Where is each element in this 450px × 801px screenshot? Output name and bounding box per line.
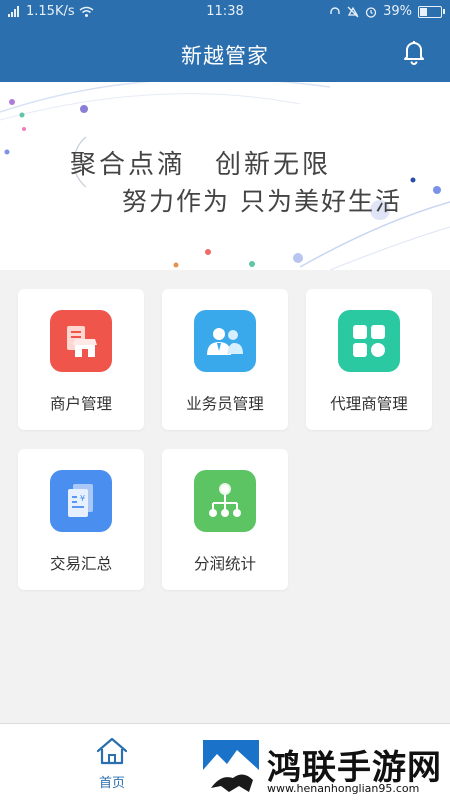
watermark-logo: [203, 740, 259, 796]
mute-icon: [347, 6, 359, 17]
watermark-url: www.henanhonglian95.com: [267, 782, 420, 795]
page-title: 新越管家: [181, 44, 269, 68]
status-bar: 1.15K/s 11:38 39%: [0, 0, 450, 24]
menu-item-transactions[interactable]: ¥ 交易汇总: [18, 449, 144, 590]
menu-item-label: 分润统计: [193, 555, 256, 573]
banner-slogan-1: 聚合点滴 创新无限: [70, 150, 332, 180]
battery-icon: [418, 5, 445, 18]
staff-icon: [194, 310, 256, 372]
banner-slogan-2: 努力作为 只为美好生活: [122, 187, 402, 216]
menu-item-merchant[interactable]: 商户管理: [18, 289, 144, 430]
receipt-icon: ¥: [50, 470, 112, 532]
headset-icon: [330, 6, 340, 14]
grid-icon: [338, 310, 400, 372]
alarm-icon: [365, 6, 377, 18]
tree-icon: [194, 470, 256, 532]
banner[interactable]: 聚合点滴 创新无限 努力作为 只为美好生活: [0, 82, 450, 270]
tab-home[interactable]: 首页: [82, 736, 142, 792]
shop-icon: [50, 310, 112, 372]
menu-item-salesperson[interactable]: 业务员管理: [162, 289, 288, 430]
menu-item-label: 交易汇总: [49, 555, 112, 573]
tab-home-label: 首页: [98, 776, 125, 791]
watermark: 鸿联手游网 www.henanhonglian95.com: [203, 740, 450, 800]
menu-item-agent[interactable]: 代理商管理: [306, 289, 432, 430]
menu-item-profit-stats[interactable]: 分润统计: [162, 449, 288, 590]
home-icon: [96, 737, 128, 765]
svg-text:¥: ¥: [80, 494, 85, 503]
menu-item-label: 商户管理: [49, 395, 112, 413]
menu-item-label: 业务员管理: [186, 395, 264, 413]
menu-item-label: 代理商管理: [330, 395, 408, 413]
bell-icon[interactable]: [400, 38, 428, 66]
app-header: 1.15K/s 11:38 39% 新越管家: [0, 0, 450, 82]
battery-percent: 39%: [383, 4, 412, 19]
